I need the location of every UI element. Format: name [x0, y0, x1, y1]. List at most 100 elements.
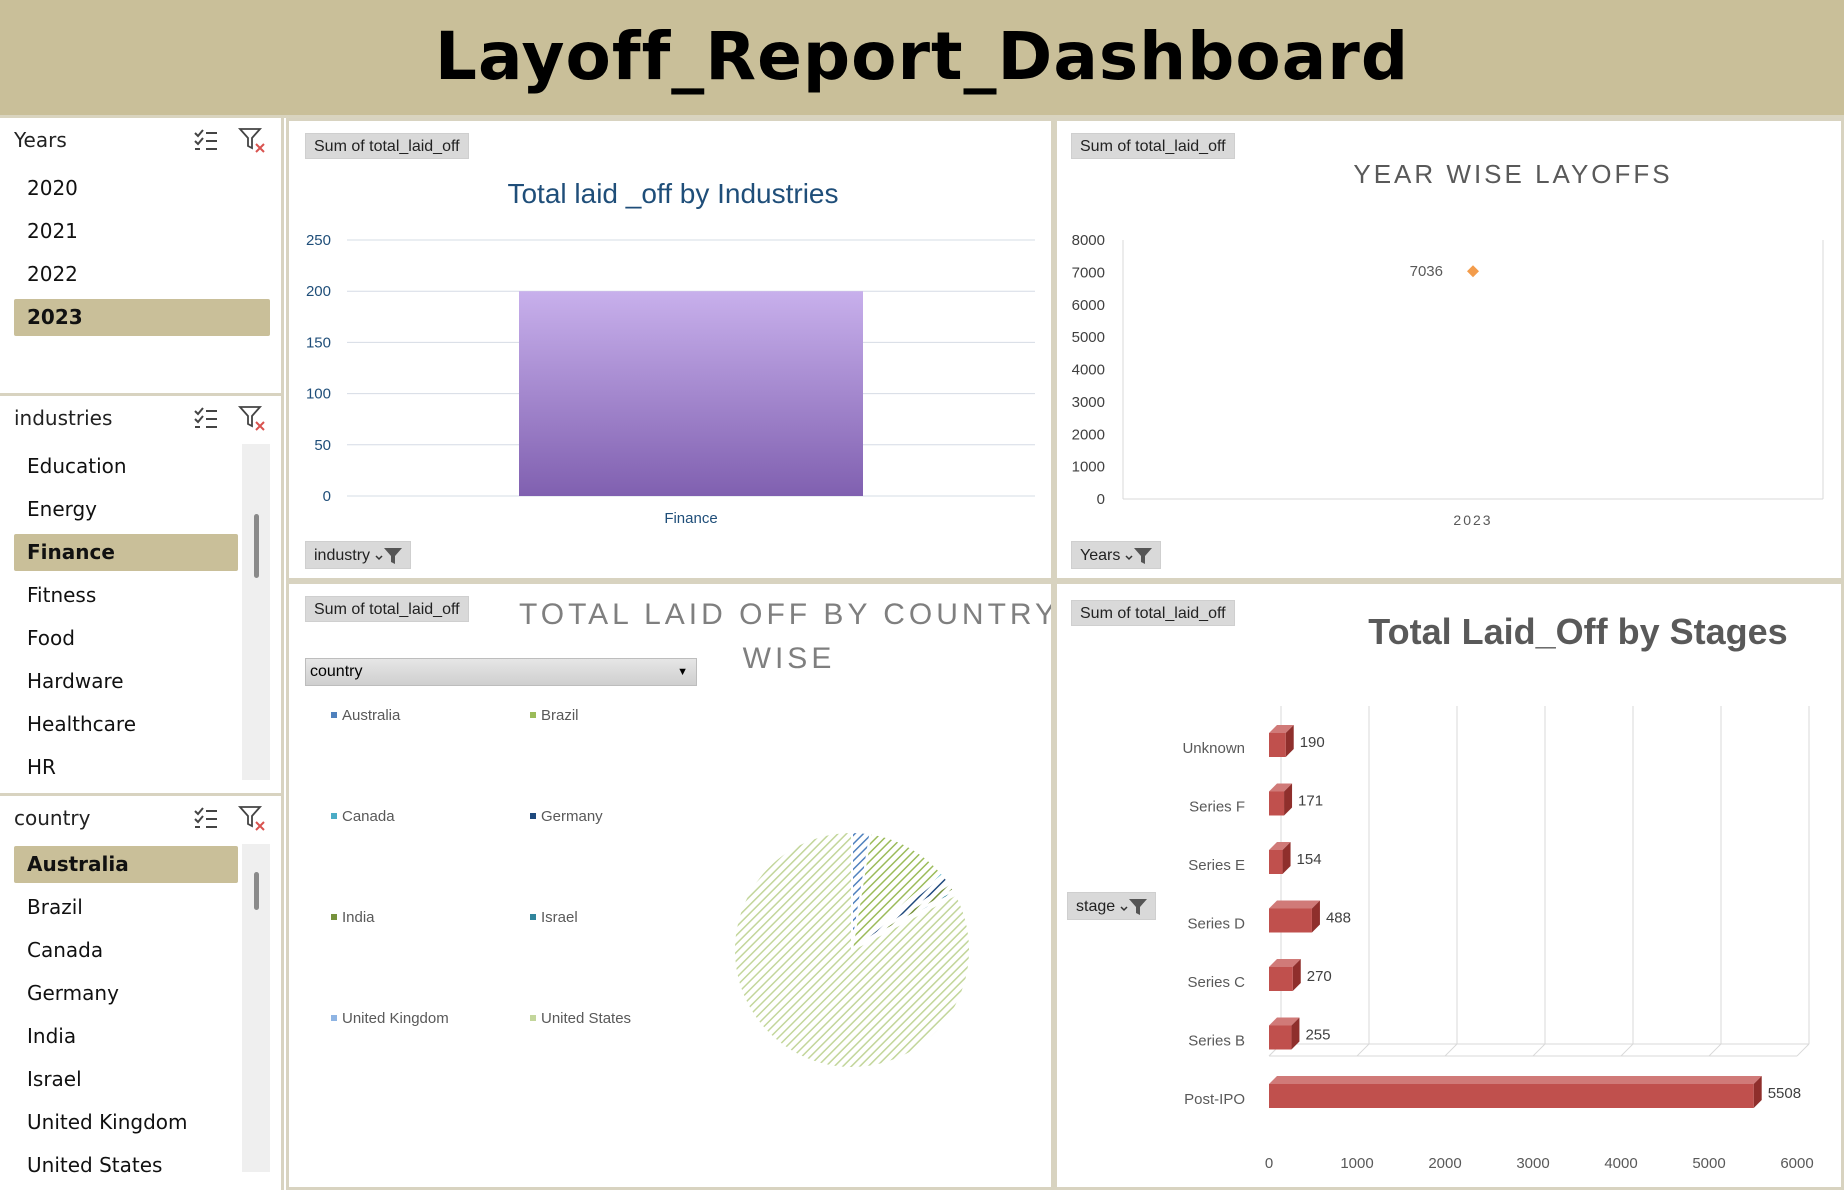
multi-select-icon[interactable]	[192, 804, 220, 832]
slicer-item-germany[interactable]: Germany	[14, 975, 238, 1012]
x-tick-label: 3000	[1516, 1155, 1549, 1172]
y-tick-label: 50	[314, 437, 331, 454]
slicer-item-hr[interactable]: HR	[14, 749, 238, 786]
slicer-item-australia[interactable]: Australia	[14, 846, 238, 883]
filter-label: industry	[314, 547, 371, 564]
scrollbar[interactable]	[242, 444, 270, 780]
slicer-item-2020[interactable]: 2020	[14, 170, 270, 207]
slicer-title: Years	[14, 128, 67, 152]
y-tick-label: 200	[306, 283, 331, 300]
y-tick-label: Unknown	[1182, 740, 1245, 757]
y-tick-label: 3000	[1072, 394, 1105, 411]
y-tick-label: 2000	[1072, 426, 1105, 443]
legend-item-germany: Germany	[541, 808, 603, 825]
slicer-item-healthcare[interactable]: Healthcare	[14, 706, 238, 743]
filter-dropdown-icon	[375, 548, 403, 564]
y-tick-label: 0	[323, 488, 331, 505]
slicer-item-fitness[interactable]: Fitness	[14, 577, 238, 614]
y-tick-label: Series C	[1187, 974, 1245, 991]
y-tick-label: Post-IPO	[1184, 1091, 1245, 1108]
slicer-item-united-kingdom[interactable]: United Kingdom	[14, 1104, 238, 1141]
y-tick-label: 1000	[1072, 459, 1105, 476]
stages-bar-chart: Total Laid_Off by Stages 0 1000 2000 3000 400…	[1182, 611, 1813, 1172]
bar-top-face	[1269, 1076, 1762, 1084]
chart-title: TOTAL LAID OFF BY COUNTRY	[519, 598, 1051, 631]
bar-series-f	[1269, 791, 1285, 816]
bar-series-c	[1269, 967, 1293, 991]
y-tick-label: Series F	[1189, 799, 1245, 816]
slicer-item-2023[interactable]: 2023	[14, 299, 270, 336]
scrollbar-thumb[interactable]	[254, 514, 259, 578]
x-tick-label: 0	[1265, 1155, 1273, 1172]
industry-filter-button[interactable]: industry	[305, 541, 412, 569]
legend-swatch	[331, 813, 337, 819]
multi-select-icon[interactable]	[192, 404, 220, 432]
bar-top-face	[1269, 900, 1320, 909]
data-label: 488	[1326, 910, 1351, 927]
slicer-item-2021[interactable]: 2021	[14, 213, 270, 250]
y-tick-label: 8000	[1072, 232, 1105, 249]
x-tick-label: 1000	[1340, 1155, 1373, 1172]
industries-slicer: industries Education Energy Finance Fitness…	[0, 396, 284, 796]
y-tick-label: Series D	[1187, 916, 1245, 933]
chart-title: Total Laid_Off by Stages	[1368, 611, 1787, 652]
bar-series-e	[1269, 850, 1283, 874]
x-tick-label: 5000	[1692, 1155, 1725, 1172]
bar-series-d	[1269, 908, 1312, 933]
industries-chart-panel: Sum of total_laid_off Total laid _off by…	[286, 118, 1054, 581]
multi-select-icon[interactable]	[192, 126, 220, 154]
slicer-item-2022[interactable]: 2022	[14, 256, 270, 293]
legend-swatch	[530, 813, 536, 819]
legend-item-brazil: Brazil	[541, 707, 579, 724]
x-tick-label: Finance	[664, 510, 717, 527]
data-point	[1467, 265, 1479, 278]
legend-swatch	[331, 1015, 337, 1021]
y-tick-label: 250	[306, 232, 331, 249]
gridline-base	[1356, 1043, 1370, 1057]
slicer-item-energy[interactable]: Energy	[14, 491, 238, 528]
years-filter-button[interactable]: Years	[1071, 541, 1162, 569]
slicer-item-education[interactable]: Education	[14, 448, 238, 485]
scrollbar[interactable]	[242, 844, 270, 1172]
clear-filter-icon[interactable]	[238, 404, 266, 432]
slicer-item-india[interactable]: India	[14, 1018, 238, 1055]
slicer-item-brazil[interactable]: Brazil	[14, 889, 238, 926]
bar-finance	[519, 291, 863, 496]
x-tick-label: 2000	[1428, 1155, 1461, 1172]
slicer-item-finance[interactable]: Finance	[14, 534, 238, 571]
legend-swatch	[331, 712, 337, 718]
legend-swatch	[530, 1015, 536, 1021]
x-tick-label: 2023	[1453, 512, 1492, 528]
filter-dropdown-icon	[1120, 899, 1148, 915]
gridline-base	[1708, 1043, 1722, 1057]
slicer-item-hardware[interactable]: Hardware	[14, 663, 238, 700]
x-tick-label: 4000	[1604, 1155, 1637, 1172]
slicer-item-israel[interactable]: Israel	[14, 1061, 238, 1098]
bar-series-b	[1269, 1025, 1292, 1050]
legend-swatch	[530, 914, 536, 920]
y-tick-label: Series E	[1188, 857, 1245, 874]
clear-filter-icon[interactable]	[238, 804, 266, 832]
legend-item-united-states: United States	[541, 1010, 631, 1027]
data-label: 190	[1300, 734, 1325, 751]
legend-item-australia: Australia	[342, 707, 401, 724]
year-chart-panel: Sum of total_laid_off YEAR WISE LAYOFFS 0…	[1054, 118, 1844, 581]
slicer-item-united-states[interactable]: United States	[14, 1147, 238, 1184]
country-slicer: country Australia Brazil Canada Germany Indi…	[0, 796, 284, 1190]
clear-filter-icon[interactable]	[238, 126, 266, 154]
data-label: 171	[1298, 793, 1323, 810]
y-tick-label: 6000	[1072, 297, 1105, 314]
slicer-item-canada[interactable]: Canada	[14, 932, 238, 969]
data-label: 5508	[1768, 1085, 1801, 1102]
legend-swatch	[530, 712, 536, 718]
legend-item-canada: Canada	[342, 808, 395, 825]
scrollbar-thumb[interactable]	[254, 872, 259, 910]
y-tick-label: Series B	[1188, 1033, 1245, 1050]
chart-title: Total laid _off by Industries	[507, 178, 838, 209]
slicer-item-food[interactable]: Food	[14, 620, 238, 657]
y-tick-label: 5000	[1072, 329, 1105, 346]
legend-item-israel: Israel	[541, 909, 578, 926]
country-chart-panel: Sum of total_laid_off country ▼ TOTAL LA…	[286, 581, 1054, 1190]
stage-filter-button[interactable]: stage	[1067, 892, 1157, 920]
gridline-base	[1796, 1043, 1810, 1057]
